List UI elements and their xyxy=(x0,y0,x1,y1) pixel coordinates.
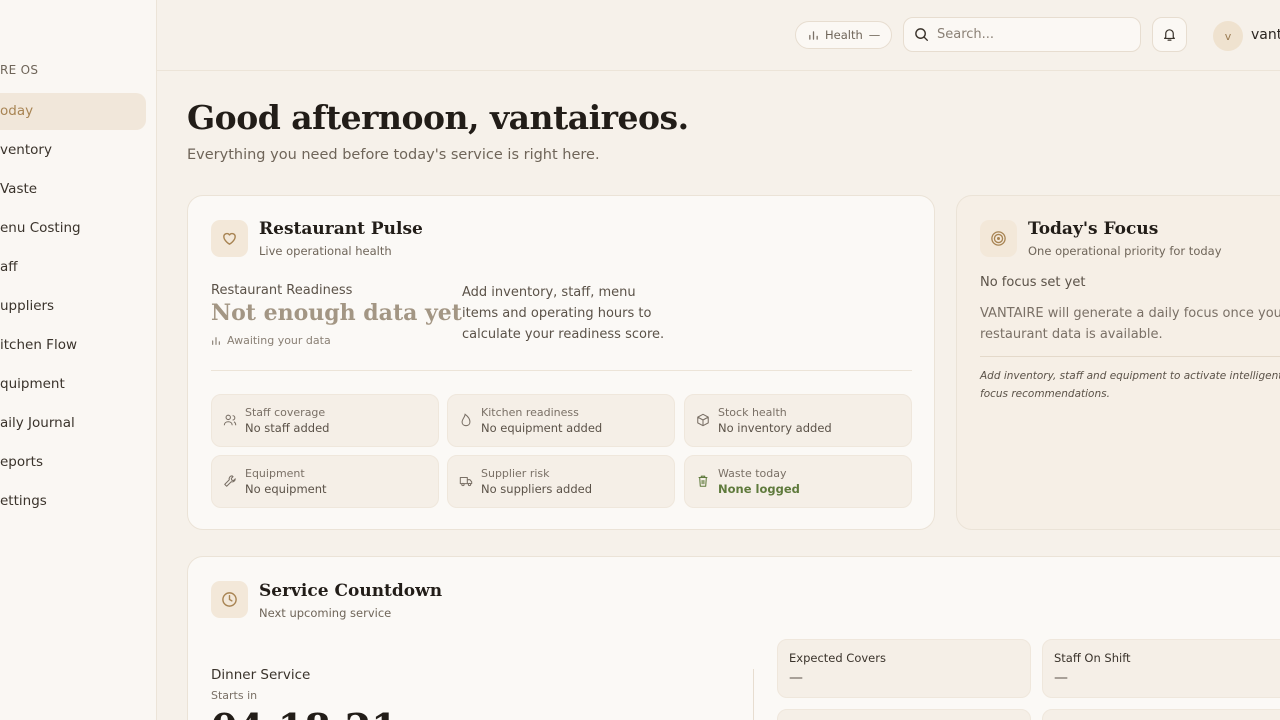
readiness-value: Not enough data yet xyxy=(211,300,462,326)
bell-icon xyxy=(1164,29,1175,41)
metric-stock-health[interactable]: Stock health No inventory added xyxy=(684,394,912,447)
sidebar-item-waste[interactable]: Vaste xyxy=(0,171,146,208)
health-pill[interactable]: Health — xyxy=(795,21,892,49)
health-label: Health xyxy=(825,28,863,42)
metric-label: Equipment xyxy=(245,467,305,480)
focus-subtitle: One operational priority for today xyxy=(1028,244,1222,258)
sidebar: RE OS oday ventory Vaste enu Costing aff… xyxy=(0,0,157,720)
stat-card xyxy=(777,709,1031,720)
metric-value: No equipment xyxy=(245,482,327,496)
target-icon-box xyxy=(980,220,1017,257)
clock-icon xyxy=(222,592,237,607)
awaiting-text: Awaiting your data xyxy=(227,334,331,347)
metric-label: Stock health xyxy=(718,406,787,419)
clock-icon-box xyxy=(211,581,248,618)
countdown-timer: 04:18:21 xyxy=(211,705,398,720)
users-icon xyxy=(223,414,237,426)
stat-label: Expected Covers xyxy=(789,651,886,665)
divider xyxy=(753,669,754,720)
target-icon xyxy=(991,231,1006,246)
sidebar-item-kitchen-flow[interactable]: itchen Flow xyxy=(0,327,146,364)
stat-card xyxy=(1042,709,1280,720)
metric-waste-today[interactable]: Waste today None logged xyxy=(684,455,912,508)
countdown-subtitle: Next upcoming service xyxy=(259,606,392,620)
metric-label: Supplier risk xyxy=(481,467,550,480)
metric-value: No equipment added xyxy=(481,421,603,435)
sidebar-item-equipment[interactable]: quipment xyxy=(0,366,146,403)
metric-value: No inventory added xyxy=(718,421,832,435)
truck-icon xyxy=(459,476,473,487)
focus-description: VANTAIRE will generate a daily focus onc… xyxy=(980,306,1280,342)
heart-icon xyxy=(223,232,236,245)
readiness-description: Add inventory, staff, menu items and ope… xyxy=(462,285,665,342)
sidebar-item-daily-journal[interactable]: aily Journal xyxy=(0,405,146,442)
trash-icon xyxy=(698,475,708,487)
health-value: — xyxy=(868,28,881,42)
sidebar-item-settings[interactable]: ettings xyxy=(0,483,146,520)
metric-label: Waste today xyxy=(718,467,787,480)
metric-label: Staff coverage xyxy=(245,406,326,419)
awaiting-status: Awaiting your data xyxy=(211,334,331,347)
sidebar-item-menu-costing[interactable]: enu Costing xyxy=(0,210,146,247)
bar-chart-icon xyxy=(809,30,818,40)
username[interactable]: vanta xyxy=(1251,27,1280,43)
topbar: Health — v vanta xyxy=(157,0,1280,71)
metric-value: None logged xyxy=(718,482,800,496)
brand-name: RE OS xyxy=(0,63,39,77)
sidebar-item-suppliers[interactable]: uppliers xyxy=(0,288,146,325)
sidebar-item-reports[interactable]: eports xyxy=(0,444,146,481)
stat-staff-on-shift: Staff On Shift — xyxy=(1042,639,1280,698)
metric-label: Kitchen readiness xyxy=(481,406,579,419)
countdown-title: Service Countdown xyxy=(259,581,443,601)
pulse-title: Restaurant Pulse xyxy=(259,219,423,239)
metric-value: No staff added xyxy=(245,421,330,435)
pulse-subtitle: Live operational health xyxy=(259,244,392,258)
sidebar-nav: oday ventory Vaste enu Costing aff uppli… xyxy=(0,93,146,522)
restaurant-pulse-card: Restaurant Pulse Live operational health… xyxy=(187,195,935,530)
search-box[interactable] xyxy=(903,17,1141,52)
box-icon xyxy=(697,413,709,427)
readiness-label: Restaurant Readiness xyxy=(211,283,353,298)
page-subtitle: Everything you need before today's servi… xyxy=(187,147,600,163)
stat-value: — xyxy=(789,670,803,686)
todays-focus-card: Today's Focus One operational priority f… xyxy=(956,195,1280,530)
sidebar-item-staff[interactable]: aff xyxy=(0,249,146,286)
notifications-button[interactable] xyxy=(1152,17,1187,52)
sidebar-item-inventory[interactable]: ventory xyxy=(0,132,146,169)
bar-chart-icon xyxy=(212,336,220,345)
sidebar-item-today[interactable]: oday xyxy=(0,93,146,130)
page-title: Good afternoon, vantaireos. xyxy=(187,98,689,137)
metric-kitchen-readiness[interactable]: Kitchen readiness No equipment added xyxy=(447,394,675,447)
metric-equipment[interactable]: Equipment No equipment xyxy=(211,455,439,508)
focus-empty-state: No focus set yet xyxy=(980,275,1086,290)
stat-value: — xyxy=(1054,670,1068,686)
focus-note: Add inventory, staff and equipment to ac… xyxy=(980,370,1280,400)
service-name: Dinner Service xyxy=(211,667,311,683)
stat-label: Staff On Shift xyxy=(1054,651,1131,665)
flame-icon xyxy=(461,413,471,427)
avatar[interactable]: v xyxy=(1213,21,1243,51)
wrench-icon xyxy=(224,475,236,487)
metric-staff-coverage[interactable]: Staff coverage No staff added xyxy=(211,394,439,447)
stat-expected-covers: Expected Covers — xyxy=(777,639,1031,698)
heart-icon-box xyxy=(211,220,248,257)
search-input[interactable] xyxy=(937,27,1127,42)
focus-title: Today's Focus xyxy=(1028,219,1159,239)
metric-supplier-risk[interactable]: Supplier risk No suppliers added xyxy=(447,455,675,508)
service-countdown-card: Service Countdown Next upcoming service … xyxy=(187,556,1280,720)
divider xyxy=(211,370,912,371)
search-icon xyxy=(915,28,929,42)
divider xyxy=(980,356,1280,357)
starts-in-label: Starts in xyxy=(211,689,258,702)
metric-value: No suppliers added xyxy=(481,482,593,496)
